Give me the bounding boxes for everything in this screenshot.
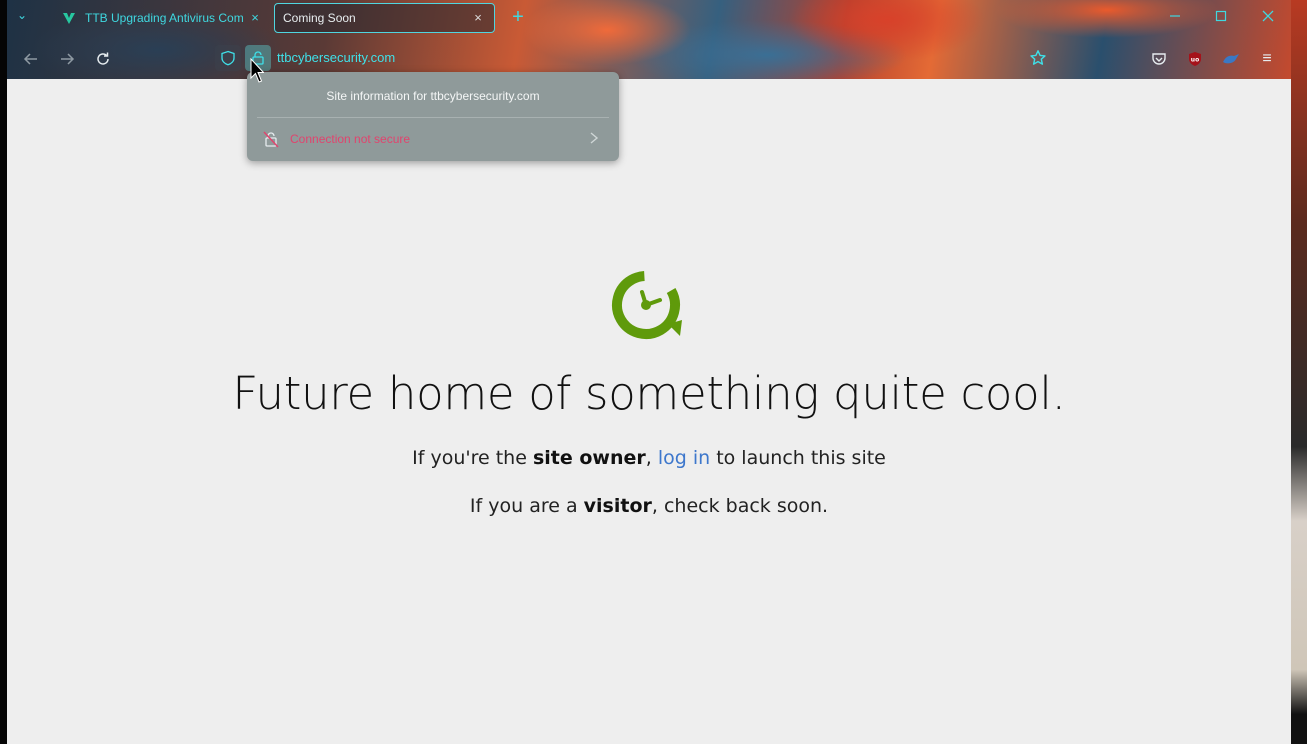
visitor-message-prefix: If you are a [469,495,584,517]
mouse-cursor-icon [250,57,265,84]
visitor-message: If you are a visitor, check back soon. [7,495,1291,517]
tracking-protection-shield-icon[interactable] [215,45,241,71]
tab-title: TTB Upgrading Antivirus Com [85,11,244,25]
bookmark-star-icon[interactable] [1027,47,1049,69]
browser-chrome: ⌄ TTB Upgrading Antivirus Com × Coming S… [7,0,1291,79]
visitor-emphasis: visitor [583,495,652,517]
extension-icon[interactable] [1218,46,1244,72]
ttb-favicon-icon [61,10,77,26]
owner-message: If you're the site owner, log in to laun… [7,447,1291,469]
popup-divider [257,117,609,118]
log-in-link[interactable]: log in [658,447,710,469]
tab-ttb-antivirus[interactable]: TTB Upgrading Antivirus Com × [53,3,271,33]
new-tab-button[interactable]: + [507,6,529,28]
visitor-message-suffix: , check back soon. [651,495,829,517]
connection-status-text: Connection not secure [290,132,411,146]
navigation-toolbar: ttbcybersecurity.com uo ≡ [7,38,1291,79]
application-menu-button[interactable]: ≡ [1254,46,1280,72]
ublock-origin-icon[interactable]: uo [1182,46,1208,72]
svg-text:uo: uo [1191,57,1199,64]
site-information-panel: Site information for ttbcybersecurity.co… [247,72,619,161]
insecure-lock-icon [262,130,280,148]
window-close-button[interactable] [1245,0,1291,32]
tab-title: Coming Soon [283,11,356,25]
window-maximize-button[interactable] [1198,0,1244,32]
reload-button[interactable] [89,46,117,72]
tab-coming-soon[interactable]: Coming Soon × [274,3,495,33]
reload-icon [97,52,109,65]
site-info-title: Site information for ttbcybersecurity.co… [326,89,540,103]
back-button[interactable] [17,46,45,72]
chevron-right-icon [589,131,605,148]
page-headline: Future home of something quite cool. [232,367,1066,420]
owner-message-prefix: If you're the [412,447,533,469]
back-arrow-icon [23,53,37,65]
desktop-background-edge [1291,0,1307,744]
window-minimize-button[interactable] [1152,0,1198,32]
forward-arrow-icon [61,53,75,65]
pocket-icon[interactable] [1146,46,1172,72]
list-all-tabs-icon[interactable]: ⌄ [13,8,31,26]
clock-refresh-logo-icon [610,268,688,346]
address-bar[interactable]: ttbcybersecurity.com [215,43,1055,73]
owner-message-sep: , [645,447,658,469]
owner-emphasis: site owner [532,447,646,469]
screen-left-edge [0,0,7,744]
tab-close-icon[interactable]: × [247,10,263,26]
owner-message-suffix: to launch this site [710,447,886,469]
web-page-content: Future home of something quite cool. If … [7,79,1291,744]
url-text[interactable]: ttbcybersecurity.com [277,50,395,65]
tab-strip: ⌄ TTB Upgrading Antivirus Com × Coming S… [7,0,1291,36]
tab-close-icon[interactable]: × [470,10,486,26]
connection-security-row[interactable]: Connection not secure [255,124,611,154]
forward-button[interactable] [53,46,81,72]
